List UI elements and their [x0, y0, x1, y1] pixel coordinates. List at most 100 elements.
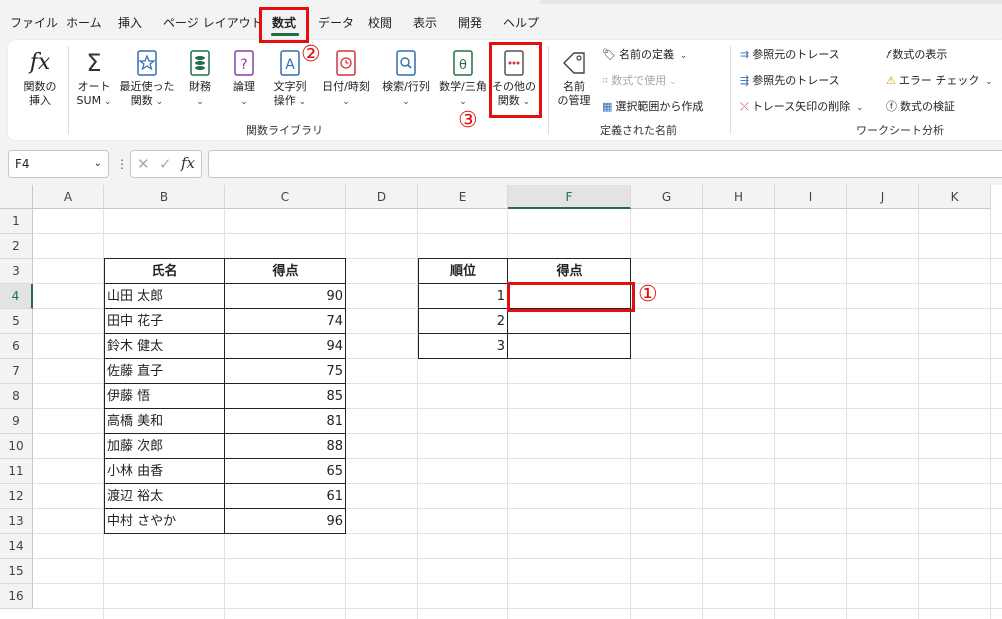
name-box[interactable]: F4 ⌄	[8, 150, 109, 178]
name-cell[interactable]: 中村 さやか	[104, 509, 225, 534]
tab-page-layout[interactable]: ページ レイアウト	[163, 14, 263, 31]
column-header-b[interactable]: B	[104, 185, 225, 209]
name-manager-button[interactable]: 名前 の管理	[554, 48, 594, 108]
tab-view[interactable]: 表示	[413, 14, 437, 31]
column-header-c[interactable]: C	[225, 185, 346, 209]
row-header-16[interactable]: 16	[0, 584, 33, 609]
trace-dependents-button[interactable]: ⇶ 参照先のトレース	[740, 72, 840, 90]
table-header-rank[interactable]: 順位	[418, 259, 508, 284]
define-name-button[interactable]: 🏷 名前の定義 ⌄	[602, 46, 687, 64]
active-cell-f4[interactable]	[508, 284, 631, 309]
row-header-9[interactable]: 9	[0, 409, 33, 434]
rank-cell[interactable]: 1	[418, 284, 508, 309]
cancel-icon[interactable]: ✕	[137, 155, 150, 173]
error-checking-button[interactable]: ⚠ エラー チェック ⌄	[886, 72, 993, 90]
tab-help[interactable]: ヘルプ	[503, 14, 539, 31]
score-cell[interactable]: 96	[225, 509, 346, 534]
column-header-j[interactable]: J	[847, 185, 919, 209]
tab-formulas[interactable]: 数式	[272, 14, 296, 31]
row-header-10[interactable]: 10	[0, 434, 33, 459]
financial-button[interactable]: 財務 ⌄	[180, 48, 220, 109]
row-header-15[interactable]: 15	[0, 559, 33, 584]
lookup-button[interactable]: 検索/行列 ⌄	[376, 48, 436, 109]
name-cell[interactable]: 佐藤 直子	[104, 359, 225, 384]
column-header-d[interactable]: D	[346, 185, 418, 209]
math-trig-button[interactable]: θ 数学/三角 ⌄	[434, 48, 492, 109]
more-options-icon[interactable]: ⋮	[116, 157, 128, 171]
table-border	[104, 433, 346, 434]
rank-cell[interactable]: 3	[418, 334, 508, 359]
name-cell[interactable]: 山田 太郎	[104, 284, 225, 309]
create-from-selection-button[interactable]: ▦ 選択範囲から作成	[602, 98, 703, 116]
row-header-14[interactable]: 14	[0, 534, 33, 559]
show-formulas-button[interactable]: 𝑓 数式の表示	[886, 46, 947, 64]
table-header-score[interactable]: 得点	[508, 259, 631, 284]
name-cell[interactable]: 渡辺 裕太	[104, 484, 225, 509]
select-all-corner[interactable]	[0, 185, 33, 209]
trace-dependents-icon: ⇶	[740, 74, 750, 87]
row-header-3[interactable]: 3	[0, 259, 33, 284]
score-cell[interactable]: 74	[225, 309, 346, 334]
row-header-5[interactable]: 5	[0, 309, 33, 334]
tab-review[interactable]: 校閲	[368, 14, 392, 31]
logical-button[interactable]: ? 論理 ⌄	[224, 48, 264, 109]
tab-home[interactable]: ホーム	[66, 14, 102, 31]
use-in-formula-button[interactable]: ⌗ 数式で使用 ⌄	[602, 72, 677, 90]
row-header-7[interactable]: 7	[0, 359, 33, 384]
more-book-icon	[504, 50, 524, 76]
name-cell[interactable]: 伊藤 悟	[104, 384, 225, 409]
score-cell[interactable]: 90	[225, 284, 346, 309]
score-cell[interactable]: 61	[225, 484, 346, 509]
table-border	[104, 308, 346, 309]
tag-fx-icon: ⌗	[602, 74, 609, 87]
score-cell[interactable]: 88	[225, 434, 346, 459]
score-result-cell[interactable]	[508, 309, 631, 334]
name-cell[interactable]: 鈴木 健太	[104, 334, 225, 359]
score-result-cell[interactable]	[508, 334, 631, 359]
row-header-12[interactable]: 12	[0, 484, 33, 509]
table-header-score[interactable]: 得点	[225, 259, 346, 284]
column-header-k[interactable]: K	[919, 185, 991, 209]
evaluate-formula-button[interactable]: ⓕ 数式の検証	[886, 98, 955, 116]
row-header-1[interactable]: 1	[0, 209, 33, 234]
row-header-6[interactable]: 6	[0, 334, 33, 359]
column-header-f[interactable]: F	[508, 185, 631, 209]
autosum-button[interactable]: Σ オート SUM ⌄	[72, 48, 116, 109]
column-header-i[interactable]: I	[775, 185, 847, 209]
recently-used-button[interactable]: 最近使った 関数 ⌄	[118, 48, 176, 109]
row-header-11[interactable]: 11	[0, 459, 33, 484]
tab-developer[interactable]: 開発	[458, 14, 482, 31]
more-functions-button[interactable]: その他の 関数 ⌄	[492, 48, 536, 109]
column-header-a[interactable]: A	[33, 185, 104, 209]
score-cell[interactable]: 94	[225, 334, 346, 359]
trace-precedents-button[interactable]: ⇉ 参照元のトレース	[740, 46, 840, 64]
score-cell[interactable]: 81	[225, 409, 346, 434]
formula-input[interactable]	[208, 150, 1002, 178]
name-cell[interactable]: 加藤 次郎	[104, 434, 225, 459]
row-header-2[interactable]: 2	[0, 234, 33, 259]
column-header-h[interactable]: H	[703, 185, 775, 209]
date-time-button[interactable]: 日付/時刻 ⌄	[318, 48, 374, 109]
row-header-13[interactable]: 13	[0, 509, 33, 534]
separator	[730, 46, 731, 134]
column-header-e[interactable]: E	[418, 185, 508, 209]
formula-buttons: ✕ ✓ fx	[130, 150, 202, 178]
insert-function-button[interactable]: fx 関数の 挿入	[18, 48, 62, 108]
row-header-8[interactable]: 8	[0, 384, 33, 409]
enter-check-icon[interactable]: ✓	[159, 155, 172, 173]
remove-arrows-button[interactable]: ⤬ トレース矢印の削除 ⌄	[740, 98, 864, 116]
score-cell[interactable]: 65	[225, 459, 346, 484]
tab-insert[interactable]: 挿入	[118, 14, 142, 31]
row-header-4[interactable]: 4	[0, 284, 33, 309]
tab-file[interactable]: ファイル	[10, 14, 58, 31]
name-cell[interactable]: 田中 花子	[104, 309, 225, 334]
table-header-name[interactable]: 氏名	[104, 259, 225, 284]
name-cell[interactable]: 高橋 美和	[104, 409, 225, 434]
fx-icon[interactable]: fx	[181, 154, 195, 172]
score-cell[interactable]: 75	[225, 359, 346, 384]
tab-data[interactable]: データ	[318, 14, 354, 31]
score-cell[interactable]: 85	[225, 384, 346, 409]
column-header-g[interactable]: G	[631, 185, 703, 209]
rank-cell[interactable]: 2	[418, 309, 508, 334]
name-cell[interactable]: 小林 由香	[104, 459, 225, 484]
